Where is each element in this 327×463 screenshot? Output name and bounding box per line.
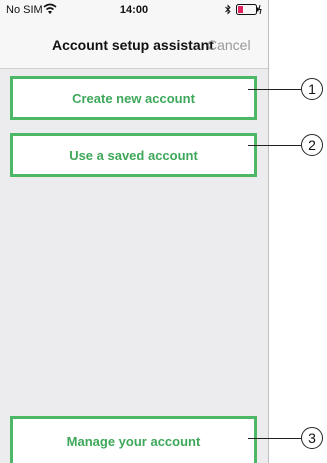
- battery-icon: [236, 4, 262, 15]
- callout-1: 1: [301, 78, 323, 100]
- callout-line-3: [248, 438, 301, 439]
- bluetooth-icon: [225, 4, 231, 15]
- status-bar: No SIM 14:00: [0, 0, 268, 20]
- cancel-button[interactable]: Cancel: [207, 37, 251, 53]
- callout-3: 3: [301, 427, 323, 449]
- saved-account-button[interactable]: Use a saved account: [10, 133, 257, 177]
- callout-line-1: [248, 89, 301, 90]
- manage-account-button[interactable]: Manage your account: [10, 416, 257, 463]
- phone-screen: No SIM 14:00 Account setup assistant Can…: [0, 0, 269, 463]
- page-title: Account setup assistant: [52, 37, 214, 53]
- create-account-button[interactable]: Create new account: [10, 76, 257, 120]
- callout-line-2: [248, 145, 301, 146]
- callout-2: 2: [301, 134, 323, 156]
- navigation-bar: Account setup assistant Cancel: [0, 20, 268, 69]
